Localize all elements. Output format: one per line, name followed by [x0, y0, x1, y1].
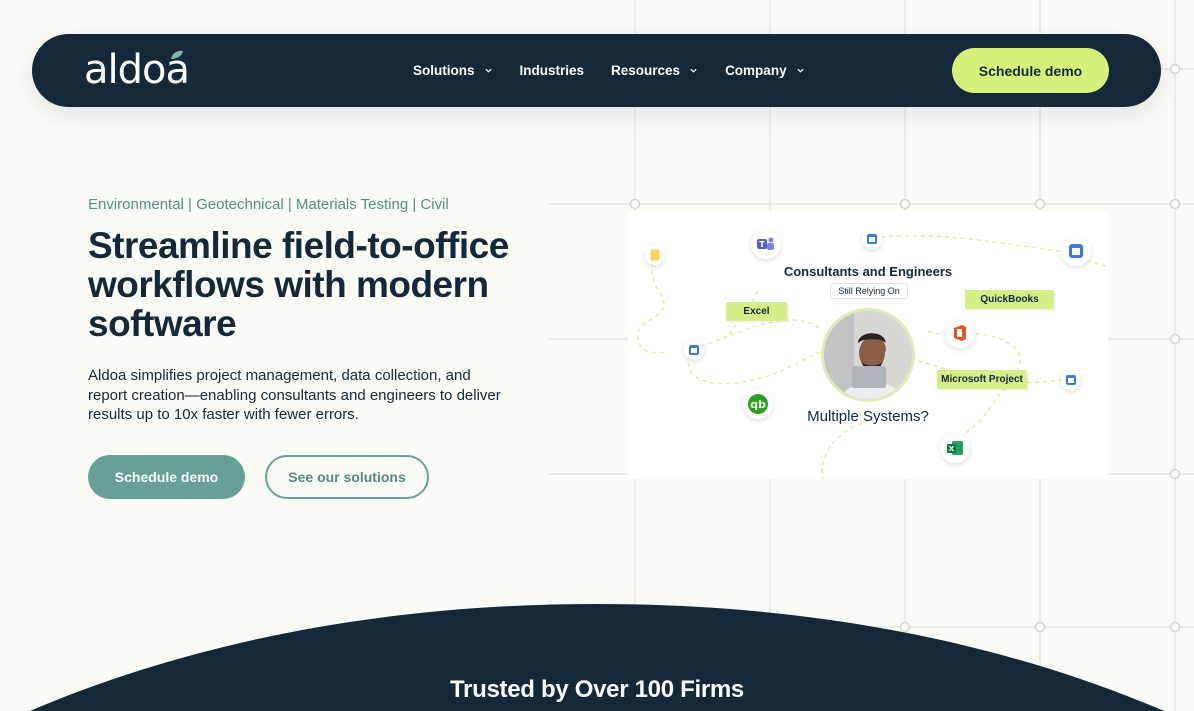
avatar	[824, 311, 912, 399]
chevron-down-icon	[690, 68, 697, 73]
quickbooks-icon: qb	[743, 389, 773, 419]
trusted-heading: Trusted by Over 100 Firms	[450, 676, 744, 703]
svg-text:T: T	[759, 240, 765, 249]
page: aldoa Solutions Industries Resources Com…	[0, 0, 1194, 711]
sticky-note-icon	[645, 245, 665, 265]
chevron-down-icon	[796, 68, 804, 73]
frustrated-person-avatar	[821, 308, 915, 402]
nav-item-label: Industries	[519, 63, 585, 78]
teams-icon: T	[751, 229, 781, 259]
see-solutions-button[interactable]: See our solutions	[265, 455, 429, 499]
nav-item-label: Company	[725, 63, 787, 78]
hero-headline: Streamline field-to-office workflows wit…	[88, 225, 509, 344]
still-relying-tag: Still Relying On	[830, 283, 908, 299]
microsoft-project-tag: Microsoft Project	[937, 370, 1027, 389]
nav-item-label: Resources	[611, 63, 681, 78]
nav-item-resources[interactable]: Resources	[611, 63, 698, 78]
top-navbar: aldoa Solutions Industries Resources Com…	[32, 34, 1161, 107]
leaf-icon	[171, 50, 183, 59]
systems-illustration: T Consultants and Engineers Still Relyin…	[628, 211, 1108, 479]
calendar-icon	[684, 340, 704, 360]
nav-item-company[interactable]: Company	[725, 63, 805, 78]
quickbooks-tag: QuickBooks	[965, 290, 1054, 309]
hero-lead: Aldoa simplifies project management, dat…	[88, 367, 501, 423]
aldoa-logo[interactable]: aldoa	[84, 48, 190, 92]
nav-item-label: Solutions	[413, 63, 475, 78]
schedule-demo-button[interactable]: Schedule demo	[88, 455, 245, 499]
nav-item-industries[interactable]: Industries	[520, 63, 585, 78]
calendar-icon	[862, 229, 882, 249]
calendar-icon	[1061, 236, 1091, 266]
office-icon	[945, 318, 975, 348]
nav-item-solutions[interactable]: Solutions	[413, 63, 493, 78]
illustration-title: Consultants and Engineers	[783, 264, 953, 279]
industry-eyebrow: Environmental | Geotechnical | Materials…	[88, 196, 449, 213]
calendar-icon	[1061, 370, 1081, 390]
nav-menu: Solutions Industries Resources Company	[413, 34, 805, 107]
svg-text:qb: qb	[750, 398, 766, 411]
chevron-down-icon	[484, 68, 492, 73]
multiple-systems-question: Multiple Systems?	[807, 408, 929, 425]
excel-icon: X	[940, 433, 970, 463]
excel-tag: Excel	[726, 302, 787, 321]
schedule-demo-nav-button[interactable]: Schedule demo	[952, 48, 1109, 93]
svg-text:X: X	[949, 445, 955, 453]
